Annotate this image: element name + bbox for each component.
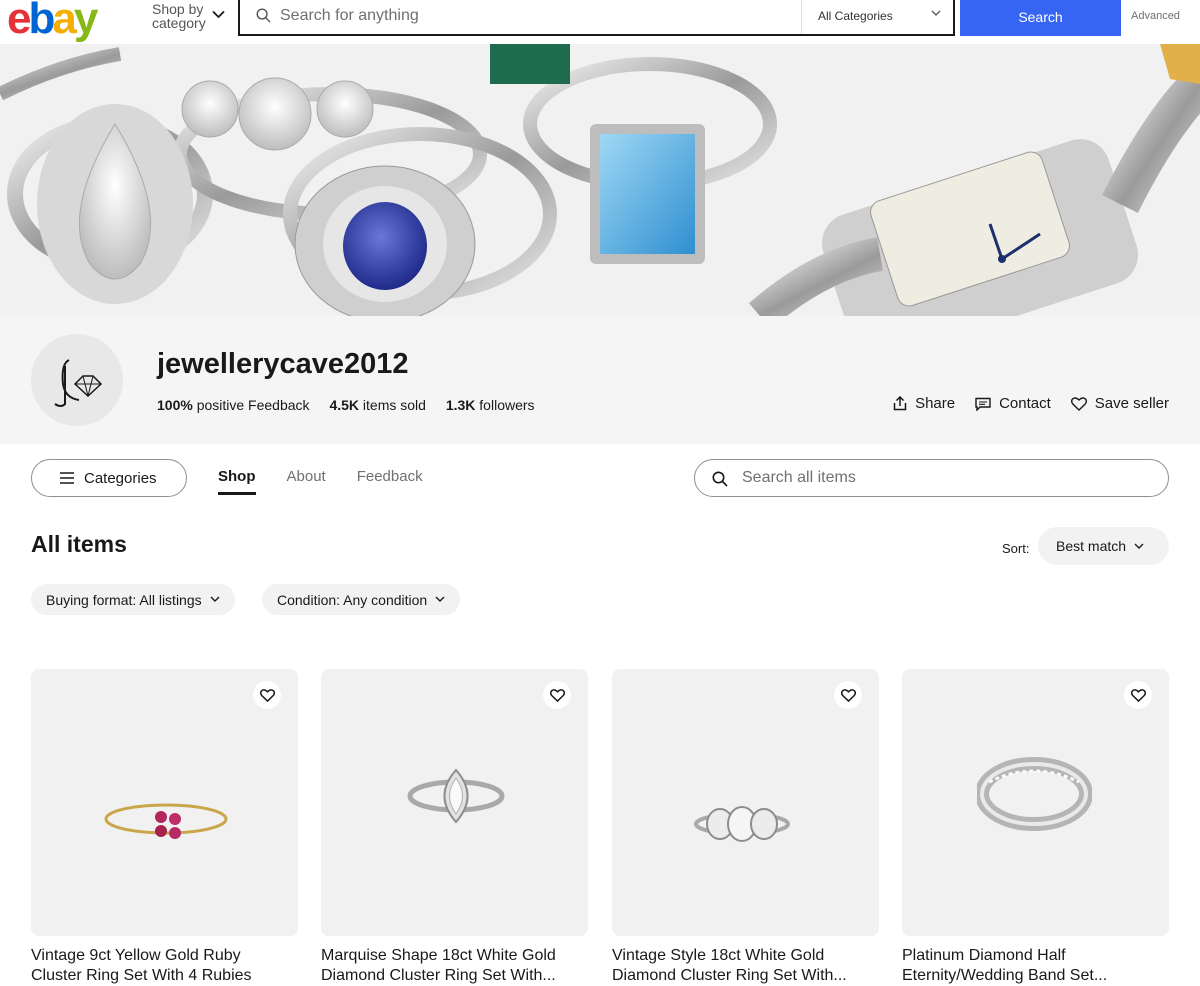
page-title: All items: [31, 531, 127, 557]
item-title[interactable]: Platinum Diamond Half Eternity/Wedding B…: [902, 946, 1169, 986]
item-card[interactable]: Vintage 9ct Yellow Gold Ruby Cluster Rin…: [31, 669, 298, 986]
save-seller-button[interactable]: Save seller: [1070, 395, 1169, 412]
item-title[interactable]: Vintage Style 18ct White Gold Diamond Cl…: [612, 946, 879, 986]
item-title-line: Marquise Shape 18ct White Gold: [321, 947, 556, 964]
category-select[interactable]: All Categories: [801, 0, 955, 34]
item-title-line: Eternity/Wedding Band Set...: [902, 967, 1108, 984]
ruby-ring-image: [104, 803, 228, 839]
logo-letter: b: [28, 0, 55, 43]
search-button[interactable]: Search: [960, 0, 1121, 36]
item-card[interactable]: Marquise Shape 18ct White Gold Diamond C…: [321, 669, 588, 986]
item-card[interactable]: Platinum Diamond Half Eternity/Wedding B…: [902, 669, 1169, 986]
item-title-line: Cluster Ring Set With 4 Rubies: [31, 967, 252, 984]
item-title-line: Diamond Cluster Ring Set With...: [612, 967, 847, 984]
item-title-line: Platinum Diamond Half: [902, 947, 1066, 964]
contact-label: Contact: [999, 395, 1051, 412]
message-icon: [975, 397, 991, 411]
watch-button[interactable]: [253, 681, 281, 709]
buying-format-filter[interactable]: Buying format: All listings: [31, 584, 235, 615]
seller-logo-icon: [54, 359, 103, 407]
top-header: ebay Shop by category All Categories Sea…: [0, 0, 1200, 44]
tab-shop[interactable]: Shop: [218, 468, 256, 495]
shop-by-label: Shop by: [152, 1, 204, 17]
search-icon: [256, 8, 271, 23]
feedback-stat[interactable]: 100% positive Feedback: [157, 397, 310, 413]
watch-button[interactable]: [834, 681, 862, 709]
categories-label: Categories: [84, 469, 157, 487]
condition-filter[interactable]: Condition: Any condition: [262, 584, 461, 615]
watch-button[interactable]: [543, 681, 571, 709]
store-search-bar: [694, 459, 1169, 497]
item-image[interactable]: [612, 669, 879, 936]
heart-icon: [1070, 396, 1087, 411]
item-title[interactable]: Marquise Shape 18ct White Gold Diamond C…: [321, 946, 588, 986]
filter-label: Buying format: All listings: [46, 591, 202, 608]
followers-label: followers: [479, 397, 535, 413]
heart-icon: [840, 688, 856, 702]
store-banner-image: [0, 44, 1200, 316]
menu-icon: [60, 472, 74, 484]
store-search-input[interactable]: [742, 466, 1142, 490]
chevron-down-icon: [210, 596, 220, 602]
global-search-bar: All Categories: [238, 0, 955, 36]
followers-stat: 1.3K followers: [446, 397, 535, 413]
categories-button[interactable]: Categories: [31, 459, 187, 497]
seller-name[interactable]: jewellerycave2012: [157, 348, 409, 381]
shop-by-label-2: category: [152, 15, 206, 31]
seller-info-bar: jewellerycave2012 100% positive Feedback…: [0, 316, 1200, 444]
item-card[interactable]: Vintage Style 18ct White Gold Diamond Cl…: [612, 669, 879, 986]
advanced-search-link[interactable]: Advanced: [1131, 10, 1180, 22]
tab-about[interactable]: About: [287, 468, 326, 495]
sort-label: Sort:: [1002, 541, 1030, 556]
heart-icon: [259, 688, 275, 702]
logo-letter: a: [52, 0, 77, 43]
search-icon: [712, 471, 728, 487]
items-sold-label: items sold: [362, 397, 426, 413]
tab-feedback[interactable]: Feedback: [357, 468, 423, 495]
followers-value: 1.3K: [445, 397, 476, 413]
chevron-down-icon: [1134, 543, 1144, 549]
marquise-ring-image: [407, 768, 505, 824]
share-button[interactable]: Share: [893, 395, 955, 412]
item-image[interactable]: [902, 669, 1169, 936]
items-sold-value: 4.5K: [329, 397, 360, 413]
jewellery-banner-illustration: [0, 44, 1200, 316]
logo-letter: e: [7, 0, 32, 43]
feedback-value: 100%: [157, 397, 193, 413]
chevron-down-icon: [435, 596, 445, 602]
item-title-line: Diamond Cluster Ring Set With...: [321, 967, 556, 984]
filter-label: Condition: Any condition: [277, 591, 428, 608]
eternity-band-image: [977, 757, 1092, 831]
seller-stats: 100% positive Feedback 4.5K items sold 1…: [157, 397, 551, 413]
heart-icon: [1130, 688, 1146, 702]
category-select-value: All Categories: [818, 9, 893, 23]
contact-button[interactable]: Contact: [975, 395, 1051, 412]
item-title-line: Vintage Style 18ct White Gold: [612, 947, 825, 964]
feedback-label: positive Feedback: [196, 397, 310, 413]
seller-avatar[interactable]: [31, 334, 123, 426]
sort-dropdown[interactable]: Best match: [1038, 527, 1169, 565]
sort-value: Best match: [1056, 538, 1127, 554]
item-title[interactable]: Vintage 9ct Yellow Gold Ruby Cluster Rin…: [31, 946, 298, 986]
store-tabs: Shop About Feedback: [218, 468, 423, 495]
item-title-line: Vintage 9ct Yellow Gold Ruby: [31, 947, 241, 964]
item-image[interactable]: [31, 669, 298, 936]
share-label: Share: [915, 395, 956, 412]
trilogy-ring-image: [694, 806, 790, 842]
item-image[interactable]: [321, 669, 588, 936]
items-sold-stat: 4.5K items sold: [329, 397, 426, 413]
ebay-logo[interactable]: ebay: [7, 0, 99, 44]
logo-letter: y: [73, 0, 99, 43]
watch-button[interactable]: [1124, 681, 1152, 709]
global-search-input[interactable]: [280, 2, 780, 30]
chevron-down-icon: [931, 10, 941, 16]
save-seller-label: Save seller: [1094, 395, 1169, 412]
heart-icon: [549, 688, 565, 702]
chevron-down-icon[interactable]: [212, 10, 225, 19]
share-icon: [893, 396, 907, 411]
seller-actions: Share Contact Save seller: [893, 395, 1169, 412]
shop-by-category-button[interactable]: Shop by category: [152, 2, 206, 30]
